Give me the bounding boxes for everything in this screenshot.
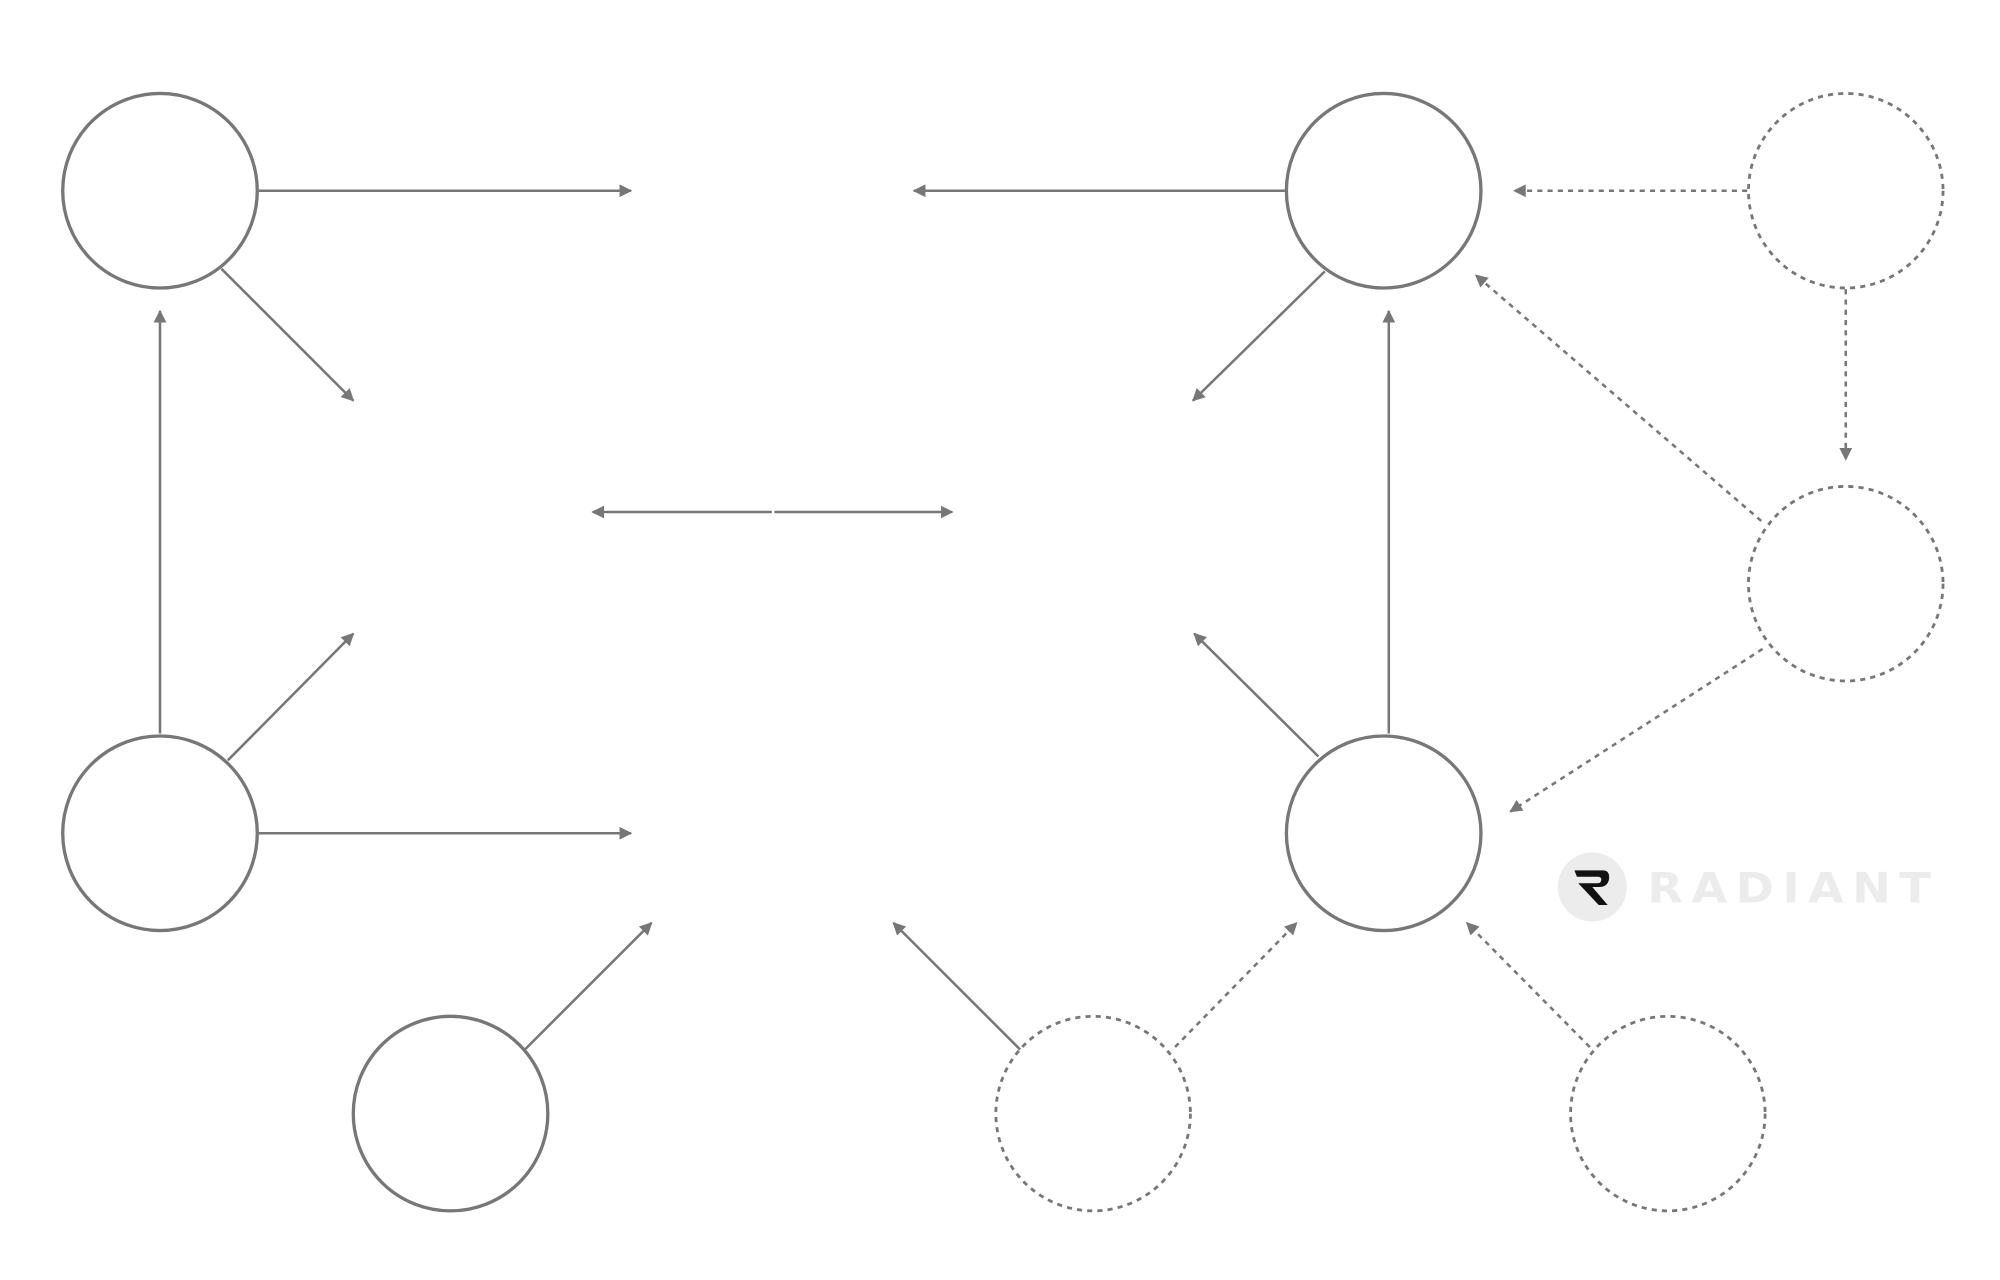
node-F <box>1747 92 1945 290</box>
node-G <box>1747 484 1945 683</box>
edge-C-to-bottom-center-left <box>523 921 653 1051</box>
edge-B-to-center-left-lower <box>226 632 355 762</box>
nodes <box>61 91 1945 1213</box>
node-C <box>351 1014 550 1213</box>
edge-G-to-E <box>1509 647 1764 813</box>
edge-G-to-D <box>1474 274 1763 522</box>
edge-I-to-E <box>1465 921 1591 1048</box>
node-D <box>1284 91 1483 290</box>
node-B <box>61 734 259 933</box>
edge-H-to-E <box>1174 921 1298 1048</box>
radiant-logo: RADIANT <box>1557 852 1939 922</box>
diagram-canvas: RADIANT <box>61 91 1945 1213</box>
edge-E-to-center-right-lower <box>1193 632 1320 758</box>
logo-text: RADIANT <box>1647 863 1939 912</box>
node-E <box>1284 734 1483 933</box>
node-I <box>1569 1014 1767 1213</box>
edge-A-to-center-left-upper <box>220 267 355 402</box>
node-H <box>994 1014 1192 1213</box>
edge-H-to-bottom-center-right <box>892 921 1022 1051</box>
node-A <box>61 91 259 290</box>
edge-D-to-center-right-upper <box>1192 270 1326 402</box>
